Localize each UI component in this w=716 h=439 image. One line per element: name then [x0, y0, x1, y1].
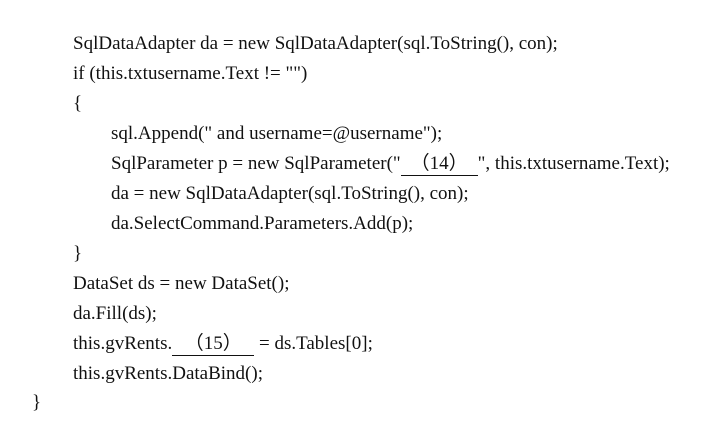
code-line-2: if (this.txtusername.Text != "")	[54, 38, 307, 84]
code-line-3: {	[54, 68, 82, 114]
code-text: if (this.txtusername.Text != "")	[73, 63, 308, 84]
code-text: this.gvRents.DataBind();	[73, 363, 263, 384]
code-line-1: SqlDataAdapter da = new SqlDataAdapter(s…	[54, 8, 558, 54]
code-line-13: }	[13, 367, 41, 413]
code-line-11: this.gvRents. （15） = ds.Tables[0];	[54, 308, 373, 356]
closing-brace: }	[32, 392, 42, 413]
code-line-10: da.Fill(ds);	[54, 278, 157, 324]
opening-brace: {	[73, 93, 83, 114]
code-listing: SqlDataAdapter da = new SqlDataAdapter(s…	[0, 0, 716, 413]
code-line-12: this.gvRents.DataBind();	[54, 338, 263, 384]
code-line-8: }	[54, 218, 82, 264]
code-line-9: DataSet ds = new DataSet();	[54, 248, 290, 294]
code-text: = ds.Tables[0];	[254, 333, 373, 354]
code-line-4: sql.Append(" and username=@username");	[92, 98, 442, 144]
code-line-7: da.SelectCommand.Parameters.Add(p);	[92, 188, 413, 234]
code-text: da.SelectCommand.Parameters.Add(p);	[111, 213, 414, 234]
code-line-6: da = new SqlDataAdapter(sql.ToString(), …	[92, 158, 469, 204]
code-text: ", this.txtusername.Text);	[477, 153, 670, 174]
code-line-5: SqlParameter p = new SqlParameter(" （14） "…	[92, 128, 670, 176]
